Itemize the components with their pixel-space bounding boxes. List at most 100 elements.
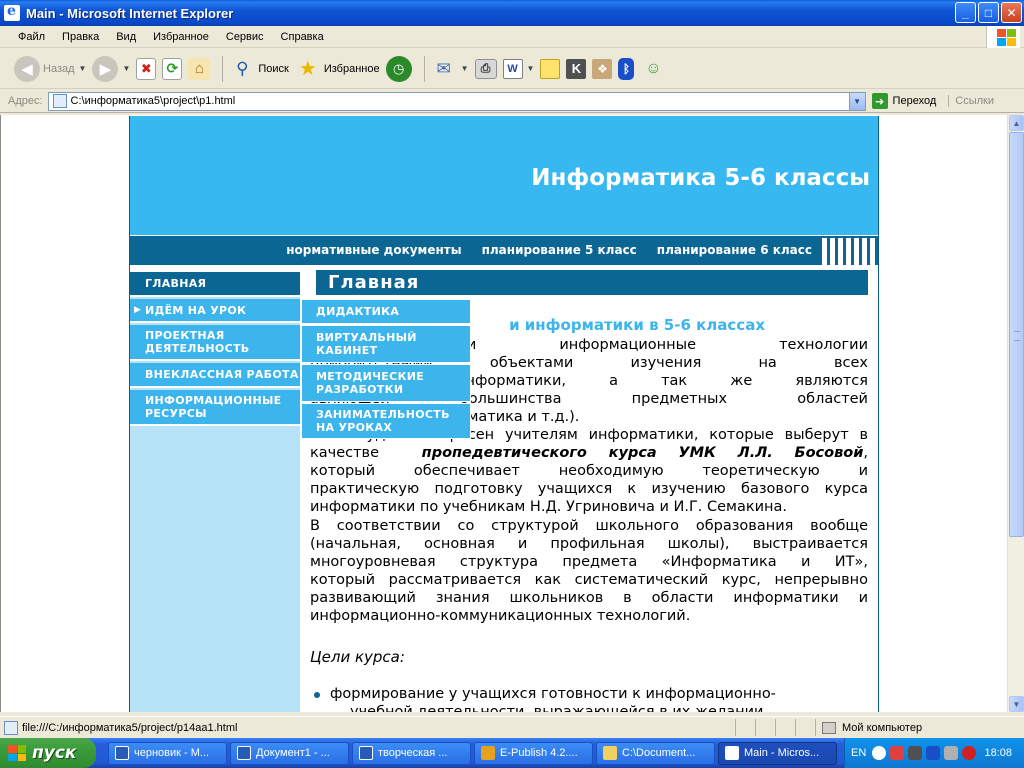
address-value[interactable]: C:\информатика5\project\p1.html: [71, 95, 236, 107]
go-arrow-icon: ➜: [871, 93, 888, 109]
tray-k-icon[interactable]: [908, 746, 923, 760]
task-button[interactable]: черновик - М...: [108, 741, 227, 765]
list-item-continued: учебной деятельности, выражающейся в их …: [350, 704, 764, 712]
course-name: пропедевтического курса УМК Л.Л. Босовой: [421, 445, 864, 461]
messenger-button[interactable]: ☺: [640, 56, 666, 82]
address-input[interactable]: C:\информатика5\project\p1.html ▼: [47, 91, 866, 111]
task-button[interactable]: Документ1 - ...: [230, 741, 349, 765]
go-button[interactable]: ➜ Переход: [871, 93, 936, 109]
edit-button[interactable]: W ▼: [502, 58, 535, 79]
minimize-button[interactable]: _: [955, 2, 976, 23]
paragraph-text: ,: [863, 445, 869, 461]
research-button[interactable]: ❖: [592, 58, 613, 79]
sidebar-item-label: ИНФОРМАЦИОННЫЕ РЕСУРСЫ: [145, 394, 282, 420]
sidebar-item-main[interactable]: ГЛАВНАЯ: [130, 272, 300, 297]
menu-file[interactable]: Файл: [18, 31, 45, 43]
language-indicator[interactable]: EN: [851, 747, 866, 759]
scroll-down-icon[interactable]: ▼: [1009, 696, 1024, 712]
bluetooth-button[interactable]: ᛒ: [618, 57, 635, 80]
word-icon: [115, 746, 129, 760]
task-label: черновик - М...: [134, 747, 210, 759]
ie-icon: [725, 746, 739, 760]
start-button[interactable]: пуск: [0, 738, 96, 768]
word-icon: [359, 746, 373, 760]
search-button[interactable]: ⚲ Поиск: [229, 56, 289, 82]
mail-dropdown-icon[interactable]: ▼: [461, 64, 469, 73]
task-label: Документ1 - ...: [256, 747, 330, 759]
address-dropdown-icon[interactable]: ▼: [848, 92, 865, 110]
submenu-item-label: ЗАНИМАТЕЛЬНОСТЬ НА УРОКАХ: [316, 408, 450, 434]
task-button[interactable]: творческая ...: [352, 741, 471, 765]
stop-button[interactable]: ✖: [136, 57, 157, 80]
submenu-arrow-icon: ▶: [134, 304, 142, 315]
scroll-thumb[interactable]: [1009, 132, 1024, 537]
home-button[interactable]: ⌂: [188, 57, 211, 80]
sidebar-item-label: ГЛАВНАЯ: [145, 277, 207, 290]
stop-icon: ✖: [136, 57, 157, 80]
zone-label: Мой компьютер: [842, 721, 923, 734]
task-label: творческая ...: [378, 747, 448, 759]
antivirus-icon[interactable]: [962, 746, 977, 760]
print-button[interactable]: ⎙: [474, 58, 497, 79]
sidebar: ГЛАВНАЯ ▶ ИДЁМ НА УРОК ПРОЕКТНАЯ ДЕЯТЕЛЬ…: [130, 265, 300, 712]
menu-help[interactable]: Справка: [281, 31, 324, 43]
favorites-label: Избранное: [323, 62, 380, 75]
nav-normative-docs[interactable]: нормативные документы: [286, 243, 461, 257]
discuss-button[interactable]: [540, 58, 561, 79]
mail-button[interactable]: ✉ ▼: [431, 56, 469, 82]
maximize-button[interactable]: □: [978, 2, 999, 23]
printer-icon: ⎙: [474, 58, 497, 79]
nav-planning-6[interactable]: планирование 6 класс: [657, 243, 812, 257]
menu-tools[interactable]: Сервис: [226, 31, 264, 43]
links-button[interactable]: Ссылки: [948, 95, 994, 107]
menu-view[interactable]: Вид: [116, 31, 136, 43]
sidebar-item-resources[interactable]: ИНФОРМАЦИОННЫЕ РЕСУРСЫ: [130, 390, 300, 426]
close-button[interactable]: ✕: [1001, 2, 1022, 23]
back-button[interactable]: ◀ Назад ▼: [14, 55, 87, 82]
status-bar: file:///C:/информатика5/project/p14aa1.h…: [0, 716, 1024, 738]
content-heading: Главная: [328, 272, 420, 293]
menu-favorites[interactable]: Избранное: [153, 31, 209, 43]
sidebar-item-extracurricular[interactable]: ВНЕКЛАССНАЯ РАБОТА: [130, 363, 300, 388]
tray-arrow-icon[interactable]: [872, 746, 887, 760]
network-icon[interactable]: [944, 746, 959, 760]
bluetooth-icon[interactable]: [926, 746, 941, 760]
submenu-item-methods[interactable]: МЕТОДИЧЕСКИЕ РАЗРАБОТКИ: [301, 364, 471, 402]
task-button[interactable]: C:\Document...: [596, 741, 715, 765]
tray-app-icon[interactable]: [890, 746, 905, 760]
k-button[interactable]: K: [566, 58, 587, 79]
menu-bar: Файл Правка Вид Избранное Сервис Справка: [0, 26, 1024, 48]
submenu-item-virtual-cabinet[interactable]: ВИРТУАЛЬНЫЙ КАБИНЕТ: [301, 325, 471, 363]
sidebar-spacer: [130, 265, 300, 272]
nav-planning-5[interactable]: планирование 5 класс: [482, 243, 637, 257]
page-icon: [4, 720, 18, 735]
sidebar-item-lesson[interactable]: ▶ ИДЁМ НА УРОК: [130, 299, 300, 323]
research-icon: ❖: [592, 58, 613, 79]
scroll-up-icon[interactable]: ▲: [1009, 115, 1024, 131]
paragraph-line: который рассматривается как систематичес…: [310, 572, 868, 588]
history-button[interactable]: ◷: [385, 55, 412, 82]
back-dropdown-icon[interactable]: ▼: [79, 64, 87, 73]
sidebar-item-projects[interactable]: ПРОЕКТНАЯ ДЕЯТЕЛЬНОСТЬ: [130, 325, 300, 361]
menu-edit[interactable]: Правка: [62, 31, 99, 43]
forward-button[interactable]: ▶ ▼: [92, 55, 130, 82]
paragraph-line: информатики по учебникам Н.Д. Угриновича…: [310, 499, 788, 515]
refresh-button[interactable]: ⟳: [162, 57, 183, 80]
task-button-active[interactable]: Main - Micros...: [718, 741, 837, 765]
submenu-item-entertaining[interactable]: ЗАНИМАТЕЛЬНОСТЬ НА УРОКАХ: [301, 403, 471, 439]
edit-dropdown-icon[interactable]: ▼: [527, 64, 535, 73]
favorites-button[interactable]: ★ Избранное: [295, 56, 380, 82]
status-cell: [775, 719, 795, 736]
vertical-scrollbar[interactable]: ▲ ▼: [1007, 115, 1024, 712]
k-icon: K: [566, 58, 587, 79]
history-icon: ◷: [385, 55, 412, 82]
search-label: Поиск: [258, 62, 289, 75]
submenu-item-didactics[interactable]: ДИДАКТИКА: [301, 299, 471, 324]
decorative-stripes: [822, 238, 878, 265]
site-header: Информатика 5-6 классы: [130, 116, 878, 235]
status-cell: [795, 719, 815, 736]
paragraph-line: развивающий знания школьников в области …: [310, 590, 868, 606]
forward-dropdown-icon[interactable]: ▼: [122, 64, 130, 73]
task-button[interactable]: E-Publish 4.2....: [474, 741, 593, 765]
paragraph-line: (начальная, основная и профильная школы)…: [310, 536, 868, 552]
